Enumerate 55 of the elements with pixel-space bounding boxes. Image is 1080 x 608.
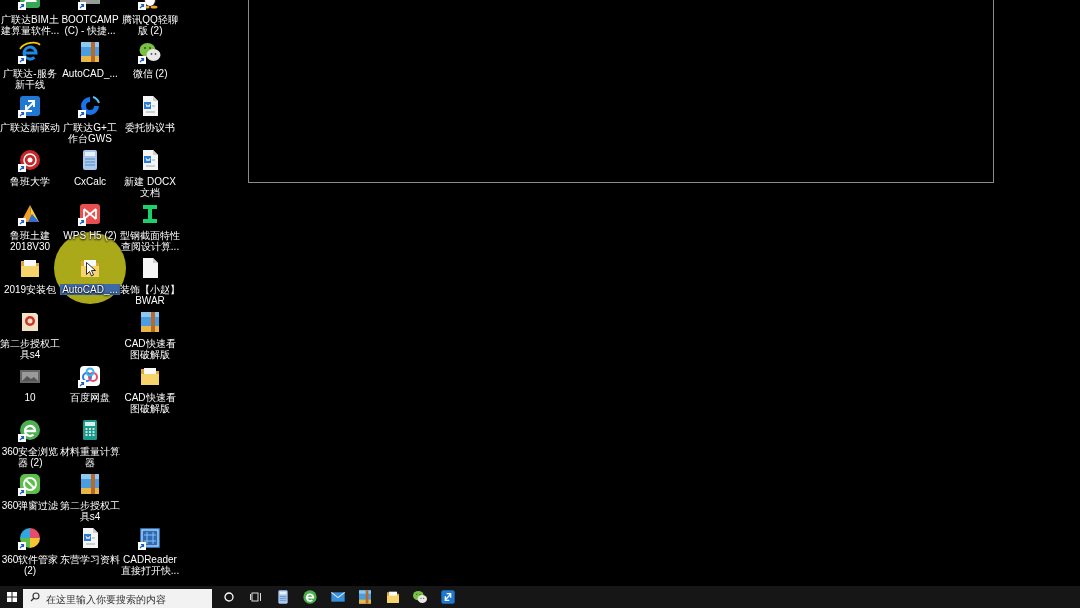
icon-label[interactable]: 装饰【小赵】BWAR: [120, 284, 180, 306]
arrows-tile-icon: [18, 94, 42, 118]
circle-icon: [223, 592, 234, 602]
swirl-icon: [78, 94, 102, 118]
icon-label[interactable]: 360安全浏览器 (2): [0, 446, 60, 468]
icon-label[interactable]: 360软件管家 (2): [0, 554, 60, 576]
icon-label[interactable]: 广联达G+工作台GWS: [60, 122, 120, 144]
icon-label[interactable]: CAD快速看图破解版: [120, 392, 180, 414]
icon-label[interactable]: 百度网盘: [60, 392, 120, 403]
archive-icon: [78, 40, 102, 64]
icon-label[interactable]: 第二步授权工具s4: [60, 500, 120, 522]
target-icon: [18, 148, 42, 172]
icon-label[interactable]: 新建 DOCX 文档: [120, 176, 180, 198]
icon-label[interactable]: 360弹窗过滤: [0, 500, 60, 511]
icon-label[interactable]: 微信 (2): [120, 68, 180, 79]
icon-label[interactable]: 委托协议书: [120, 122, 180, 133]
icon-label[interactable]: 型钢截面特性查阅设计算...: [120, 230, 180, 252]
icon-label[interactable]: 腾讯QQ轻聊版 (2): [120, 14, 180, 36]
icon-label[interactable]: 2019安装包: [0, 284, 60, 295]
icon-label[interactable]: 第二步授权工具s4: [0, 338, 60, 360]
mouse-pointer-icon: [86, 262, 96, 277]
icon-label[interactable]: 广联达BIM土建算量软件...: [0, 14, 60, 36]
icon-label[interactable]: WPS H5 (2): [60, 230, 120, 241]
task-view-icon: [249, 592, 262, 602]
icon-label[interactable]: 广联达-服务新干线: [0, 68, 60, 90]
e-circle-icon: [18, 418, 42, 442]
icon-label[interactable]: CxCalc: [60, 176, 120, 187]
windows-logo-icon: [6, 592, 17, 602]
framed-tile-icon: [138, 526, 162, 550]
icon-label[interactable]: CAD快速看图破解版: [120, 338, 180, 360]
archive-icon: [138, 310, 162, 334]
archive-icon: [78, 472, 102, 496]
envelope-icon: [329, 589, 346, 605]
search-icon: [30, 592, 40, 602]
archive-icon: [357, 589, 374, 605]
e-logo-icon: [18, 40, 42, 64]
folder-icon: [384, 589, 401, 605]
icon-label[interactable]: 鲁班大学: [0, 176, 60, 187]
arrows-tile-icon: [439, 589, 456, 605]
petals-icon: [18, 526, 42, 550]
bowtie-icon: [78, 202, 102, 226]
search-field[interactable]: 在这里输入你要搜索的内容: [23, 588, 212, 608]
icon-label[interactable]: 10: [0, 392, 60, 403]
icon-label[interactable]: BOOTCAMP (C) - 快捷...: [60, 14, 120, 36]
e-circle-icon: [302, 589, 319, 605]
icon-label[interactable]: AutoCAD_...: [60, 284, 120, 295]
icon-label[interactable]: 材料重量计算器: [60, 446, 120, 468]
icon-label[interactable]: 东营学习资料: [60, 554, 120, 565]
chat-bubbles-icon: [412, 589, 429, 605]
chat-bubbles-icon: [138, 40, 162, 64]
icon-label[interactable]: 鲁班土建 2018V30: [0, 230, 60, 252]
icon-label[interactable]: 广联达新驱动: [0, 122, 60, 133]
rings-icon: [78, 364, 102, 388]
icon-label[interactable]: AutoCAD_...: [60, 68, 120, 79]
icon-label[interactable]: CADReader直接打开快...: [120, 554, 180, 576]
